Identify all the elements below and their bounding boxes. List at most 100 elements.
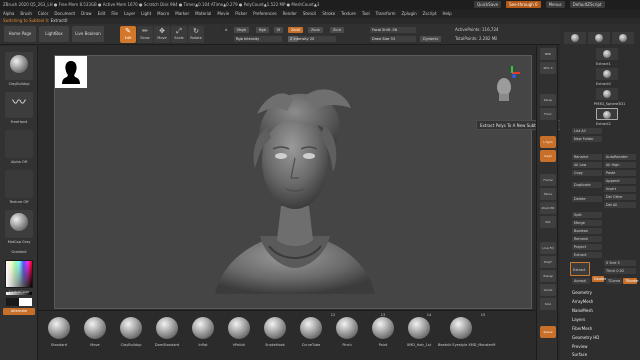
live-boolean-button[interactable]: Live Boolean xyxy=(72,26,104,42)
alternate-button[interactable]: Alternate xyxy=(3,308,35,315)
a-toggle[interactable]: A xyxy=(222,27,231,33)
menu-item[interactable]: Zscript xyxy=(423,10,437,18)
alpha-picker[interactable] xyxy=(5,130,33,158)
del-all-button[interactable]: Del All xyxy=(604,202,636,208)
subtool-item[interactable] xyxy=(596,68,618,80)
extract-button[interactable]: Extract xyxy=(570,262,590,276)
menu-item[interactable]: Alpha xyxy=(3,10,14,18)
rgb-intensity-slider[interactable]: Rgb Intensity xyxy=(234,36,282,42)
subtool-item[interactable] xyxy=(596,88,618,100)
rotate-tool-button[interactable]: ↻ Rotate xyxy=(188,26,204,43)
list-all-button[interactable]: List All xyxy=(572,128,602,134)
subtool-thumb[interactable] xyxy=(564,32,586,44)
canvas-viewport[interactable] xyxy=(54,55,532,309)
draw-size-slider[interactable]: Draw Size 33 xyxy=(370,36,416,42)
scale-tool-button[interactable]: ⤢ Scale xyxy=(171,26,187,43)
brush-claybuildup-icon[interactable] xyxy=(120,317,142,339)
edit-tool-button[interactable]: ✎ Edit xyxy=(120,26,136,43)
menu-item[interactable]: Macro xyxy=(157,10,169,18)
insert-button[interactable]: Insert xyxy=(604,186,636,192)
zadd-button[interactable]: Zadd xyxy=(288,27,303,33)
thick-slider[interactable]: Thick 0.02 xyxy=(604,268,636,274)
bpr-button[interactable]: BPR xyxy=(540,48,556,60)
brush-damstandard-icon[interactable] xyxy=(156,317,178,339)
menu-item[interactable]: Document xyxy=(54,10,75,18)
mrgb-button[interactable]: Mrgb xyxy=(234,27,249,33)
remesh-button[interactable]: Remesh xyxy=(572,236,602,242)
menu-item[interactable]: Render xyxy=(283,10,297,18)
menu-item[interactable]: Stencil xyxy=(303,10,317,18)
menus-button[interactable]: Menus xyxy=(545,1,565,8)
material-picker[interactable] xyxy=(5,210,33,238)
subtool-item[interactable] xyxy=(596,48,618,60)
split-button[interactable]: Split xyxy=(572,212,602,218)
subtool-thumb[interactable] xyxy=(588,32,610,44)
frame-button[interactable]: Frame xyxy=(540,174,556,186)
double-toggle[interactable]: Double xyxy=(592,276,606,282)
merge-button[interactable]: Merge xyxy=(572,220,602,226)
navigation-gizmo[interactable] xyxy=(492,65,522,105)
subtool-thumb[interactable] xyxy=(612,32,634,44)
gxyz-button[interactable]: Gxyz xyxy=(540,150,556,162)
xpose-button[interactable]: Xpose xyxy=(540,326,556,338)
m-button[interactable]: M xyxy=(274,27,284,33)
persp-button[interactable]: Persp xyxy=(540,94,556,106)
nanomesh-section[interactable]: NanoMesh xyxy=(572,308,593,313)
brush-inflat-icon[interactable] xyxy=(192,317,214,339)
subtool-item-selected[interactable] xyxy=(596,108,618,120)
fibermesh-section[interactable]: FiberMesh xyxy=(572,326,592,331)
brush-beatnik-icon[interactable] xyxy=(450,317,472,339)
tcorner-toggle[interactable]: TCorne xyxy=(606,278,622,284)
accept-button[interactable]: Accept xyxy=(572,278,590,284)
new-folder-button[interactable]: New Folder xyxy=(572,136,602,142)
menu-item[interactable]: Color xyxy=(38,10,48,18)
menu-item[interactable]: Brush xyxy=(20,10,32,18)
switchcolor-label[interactable]: SwitchColor xyxy=(0,290,38,294)
zcut-button[interactable]: Zcut xyxy=(330,27,344,33)
brush-xmd-hair-icon[interactable] xyxy=(408,317,430,339)
paste-button[interactable]: Paste xyxy=(604,170,636,176)
menu-item[interactable]: Draw xyxy=(81,10,91,18)
geometry-section[interactable]: Geometry xyxy=(572,290,592,295)
rgb-button[interactable]: Rgb xyxy=(256,27,269,33)
menu-item[interactable]: File xyxy=(111,10,118,18)
menu-item[interactable]: Transform xyxy=(376,10,396,18)
floor-button[interactable]: Floor xyxy=(540,108,556,120)
main-color-swatch[interactable] xyxy=(6,298,19,306)
brush-curvetube-icon[interactable] xyxy=(300,317,322,339)
project-button[interactable]: Project xyxy=(572,244,602,250)
spix-button[interactable]: SPix 3 xyxy=(540,62,556,74)
focal-shift-slider[interactable]: Focal Shift -56 xyxy=(370,27,416,33)
menu-item[interactable]: Layer xyxy=(124,10,135,18)
brush-snakehook-icon[interactable] xyxy=(264,317,286,339)
sculpt-bust[interactable] xyxy=(55,56,533,310)
menu-item[interactable]: Preferences xyxy=(253,10,277,18)
transp-button[interactable]: Transp xyxy=(540,270,556,282)
brush-move-icon[interactable] xyxy=(84,317,106,339)
default-zscript-button[interactable]: DefaultZScript xyxy=(569,1,605,8)
brush-pinch-icon[interactable] xyxy=(336,317,358,339)
del-other-button[interactable]: Del Other xyxy=(604,194,636,200)
menu-item[interactable]: Stroke xyxy=(322,10,335,18)
autoreorder-button[interactable]: AutoReorder xyxy=(604,154,636,160)
dynamic-toggle[interactable]: Dynamic xyxy=(420,36,442,42)
draw-tool-button[interactable]: ✏ Draw xyxy=(137,26,153,43)
secondary-color-swatch[interactable] xyxy=(19,298,32,306)
tborder-toggle[interactable]: TBorder xyxy=(623,278,639,284)
brush-picker[interactable] xyxy=(5,52,33,80)
solo-button[interactable]: Solo xyxy=(540,298,556,310)
seethrough-slider[interactable]: See-through 0 xyxy=(506,1,541,8)
home-page-button[interactable]: Home Page xyxy=(4,26,36,42)
menu-item[interactable]: Edit xyxy=(98,10,106,18)
stroke-picker[interactable]: 〰 xyxy=(5,92,33,118)
boolean-button[interactable]: Boolean xyxy=(572,228,602,234)
brush-hpolish-icon[interactable] xyxy=(228,317,250,339)
s-smt-slider[interactable]: S Smt 5 xyxy=(604,260,636,266)
menu-item[interactable]: Texture xyxy=(341,10,356,18)
arraymesh-section[interactable]: ArrayMesh xyxy=(572,299,593,304)
copy-button[interactable]: Copy xyxy=(572,170,602,176)
z-intensity-slider[interactable]: Z Intensity 20 xyxy=(288,36,336,42)
brush-standard-icon[interactable] xyxy=(48,317,70,339)
rotate-view-button[interactable]: Rot xyxy=(540,216,556,228)
geometry-hd-section[interactable]: Geometry HD xyxy=(572,335,599,340)
